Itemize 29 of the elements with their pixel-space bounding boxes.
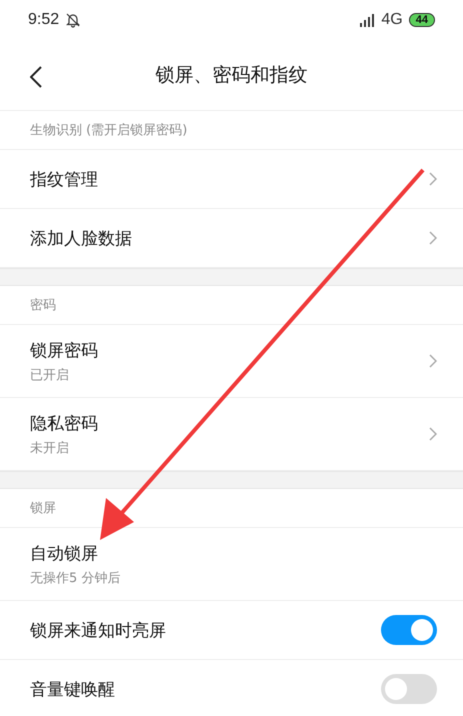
settings-row[interactable]: 锁屏来通知时亮屏 [0,601,463,660]
row-label: 锁屏密码 [30,340,99,362]
section-header: 密码 [0,286,463,325]
network-type: 4G [381,11,403,29]
status-time: 9:52 [28,11,60,29]
battery-level: 44 [408,13,435,27]
chevron-icon [429,231,437,245]
back-icon[interactable] [30,66,42,88]
settings-row[interactable]: 锁屏密码 已开启 [0,325,463,398]
row-label: 锁屏来通知时亮屏 [30,620,167,642]
row-label: 指纹管理 [30,168,99,190]
settings-row[interactable]: 指纹管理 [0,150,463,209]
toggle-switch[interactable] [381,615,437,645]
page-title: 锁屏、密码和指纹 [156,63,308,88]
section-header: 生物识别 (需开启锁屏密码) [0,111,463,150]
row-label: 音量键唤醒 [30,678,116,700]
signal-icon [359,13,376,27]
chevron-icon [429,427,437,441]
bell-muted-icon [65,12,82,28]
chevron-icon [429,172,437,186]
chevron-icon [429,354,437,368]
row-label: 隐私密码 [30,412,99,434]
row-status: 无操作5 分钟后 [30,570,122,586]
row-status: 已开启 [30,366,70,384]
row-status: 未开启 [30,440,70,456]
row-label: 自动锁屏 [30,542,99,564]
toggle-switch[interactable] [381,674,437,704]
settings-row[interactable]: 音量键唤醒 [0,660,463,716]
row-label: 添加人脸数据 [30,228,133,250]
